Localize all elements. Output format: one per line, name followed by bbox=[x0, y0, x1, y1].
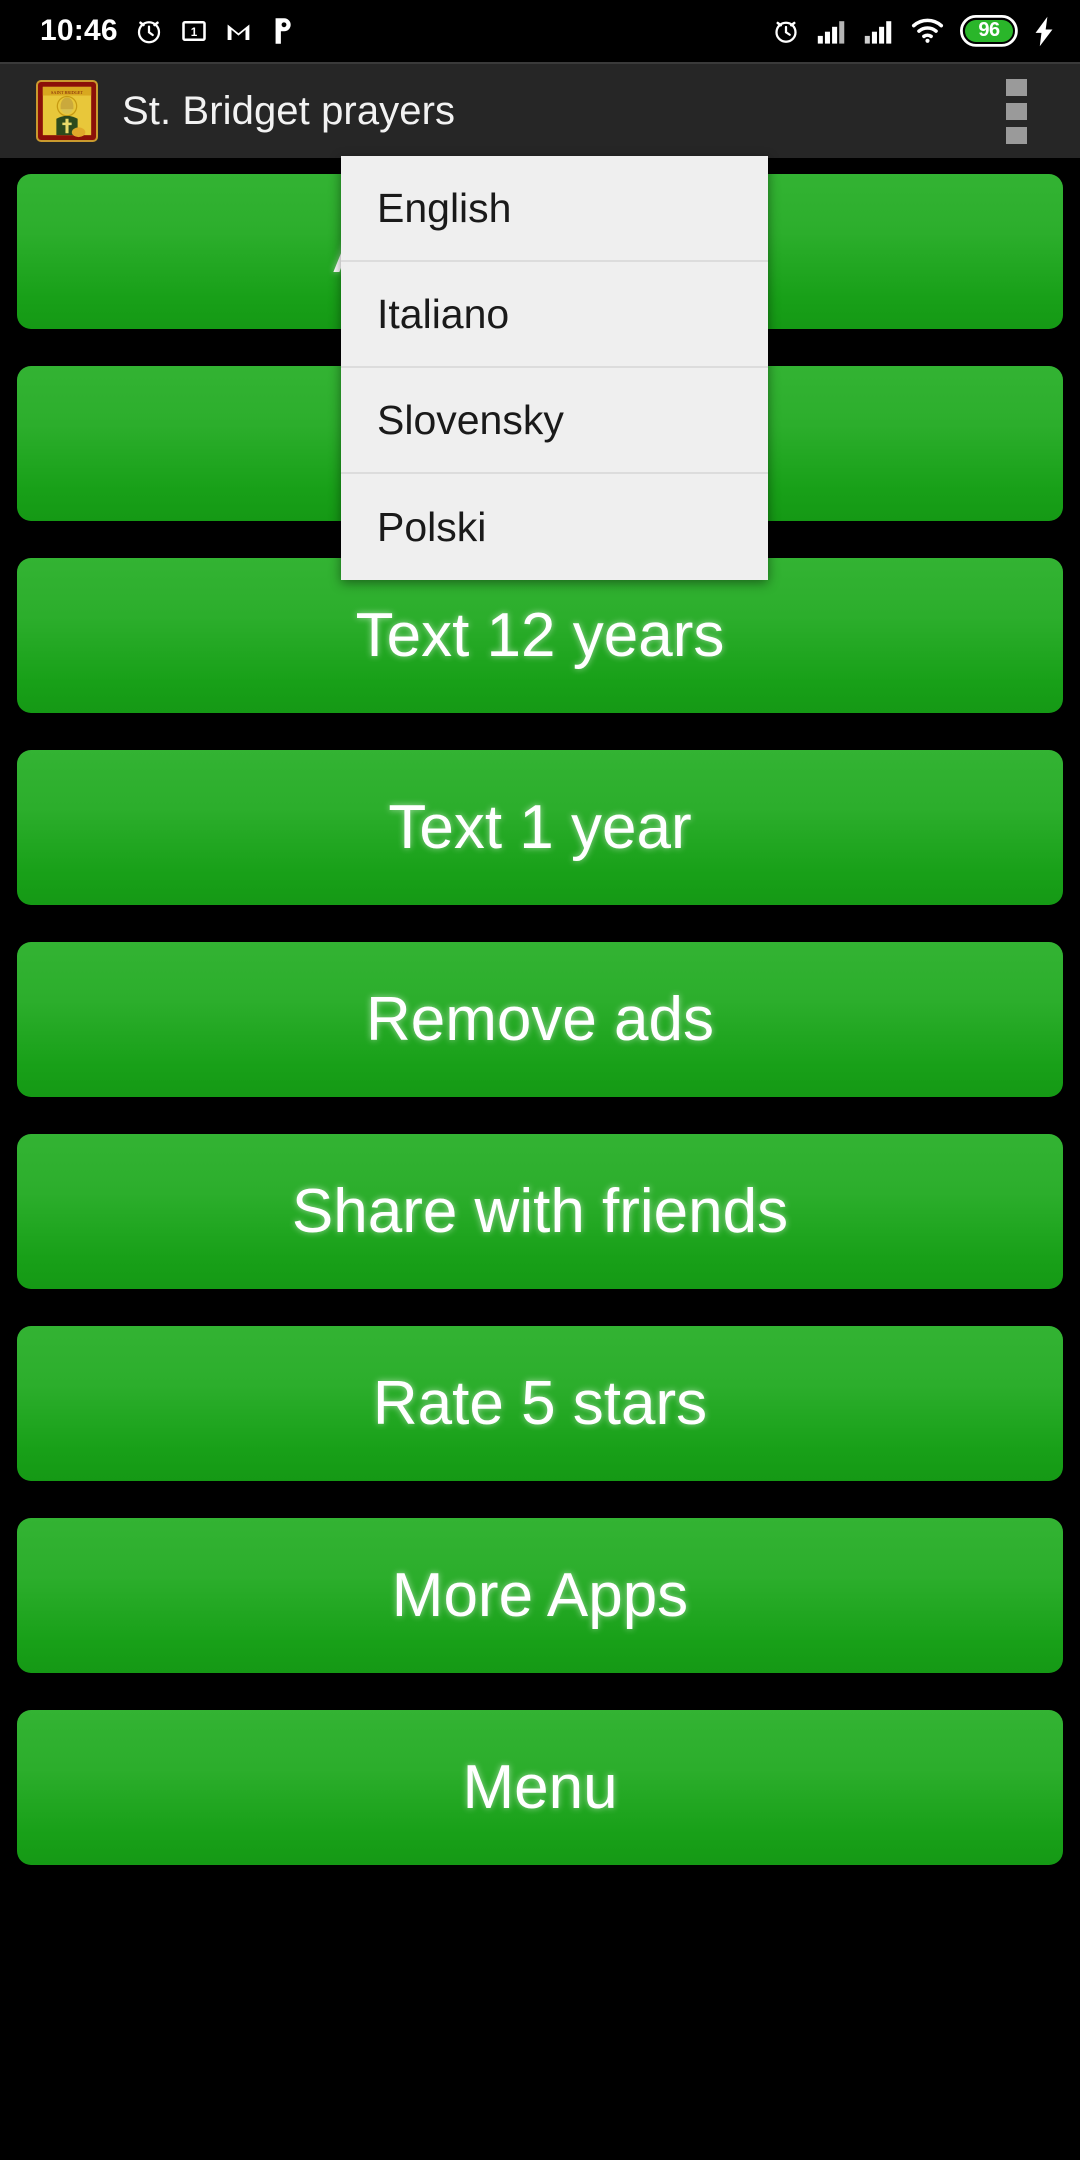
alarm-clock-icon bbox=[771, 14, 801, 48]
overflow-dot-icon bbox=[1005, 126, 1027, 144]
action-button-menu[interactable]: Menu bbox=[17, 1710, 1063, 1865]
status-bar-left: 10:46 1 bbox=[40, 14, 296, 48]
action-button-text-1-year[interactable]: Text 1 year bbox=[17, 750, 1063, 905]
wifi-icon bbox=[911, 14, 944, 48]
overflow-dot-icon bbox=[1005, 102, 1027, 120]
svg-text:1: 1 bbox=[190, 26, 197, 39]
menu-item-label: Slovensky bbox=[377, 396, 564, 443]
action-button-rate-5-stars[interactable]: Rate 5 stars bbox=[17, 1326, 1063, 1481]
overflow-menu-button[interactable] bbox=[988, 74, 1044, 148]
button-label: Text 12 years bbox=[355, 600, 725, 670]
battery-icon: 96 bbox=[960, 14, 1018, 48]
menu-item-italiano[interactable]: Italiano bbox=[341, 262, 768, 368]
button-label: Rate 5 stars bbox=[372, 1368, 708, 1438]
button-label: Text 1 year bbox=[388, 792, 692, 862]
menu-item-label: Polski bbox=[377, 503, 487, 550]
menu-item-english[interactable]: English bbox=[341, 156, 768, 262]
menu-item-slovensky[interactable]: Slovensky bbox=[341, 368, 768, 474]
button-label: Remove ads bbox=[365, 984, 715, 1054]
signal-bars-1-icon bbox=[817, 14, 848, 48]
action-button-remove-ads[interactable]: Remove ads bbox=[17, 942, 1063, 1097]
calendar-1-icon: 1 bbox=[180, 14, 208, 48]
gmail-icon bbox=[224, 14, 253, 48]
charging-bolt-icon bbox=[1034, 14, 1054, 48]
status-clock: 10:46 bbox=[40, 14, 118, 47]
st-bridget-app-icon: SAINT BRIDGET bbox=[36, 80, 98, 142]
overflow-dot-icon bbox=[1005, 78, 1027, 96]
alarm-clock-icon bbox=[134, 14, 164, 48]
menu-item-label: Italiano bbox=[377, 290, 510, 337]
action-button-text-12-years[interactable]: Text 12 years bbox=[17, 558, 1063, 713]
menu-item-polski[interactable]: Polski bbox=[341, 474, 768, 580]
menu-item-label: English bbox=[377, 184, 512, 231]
svg-text:SAINT BRIDGET: SAINT BRIDGET bbox=[51, 90, 83, 95]
button-label: More Apps bbox=[391, 1560, 689, 1630]
app-bar: SAINT BRIDGET St. Bridget prayers bbox=[0, 62, 1080, 158]
button-label: Share with friends bbox=[291, 1176, 789, 1246]
pandora-p-icon bbox=[269, 14, 296, 48]
battery-percent-label: 96 bbox=[978, 19, 1000, 42]
signal-bars-2-icon bbox=[864, 14, 895, 48]
language-dropdown-menu[interactable]: English Italiano Slovensky Polski bbox=[341, 156, 768, 580]
action-button-more-apps[interactable]: More Apps bbox=[17, 1518, 1063, 1673]
status-bar-right: 96 bbox=[771, 14, 1054, 48]
app-title: St. Bridget prayers bbox=[122, 88, 456, 133]
action-button-share-with-friends[interactable]: Share with friends bbox=[17, 1134, 1063, 1289]
status-bar: 10:46 1 96 bbox=[0, 0, 1080, 62]
button-label: Menu bbox=[462, 1752, 618, 1822]
